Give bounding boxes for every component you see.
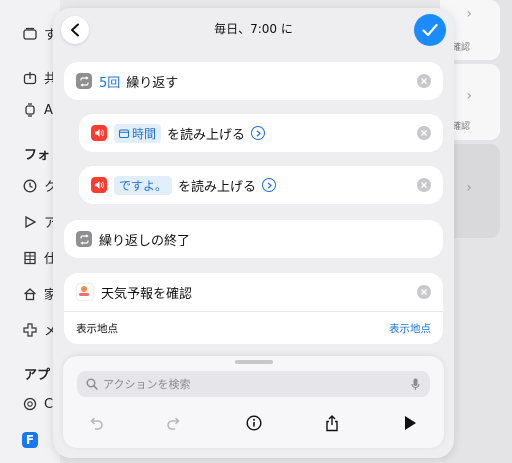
- chevron-right-icon: ›: [466, 6, 472, 22]
- sidebar-item[interactable]: C: [22, 396, 53, 412]
- sidebar-item[interactable]: F: [22, 432, 38, 448]
- sidebar-item-label: A: [44, 102, 53, 118]
- weather-location-row[interactable]: 表示地点 表示地点: [64, 312, 443, 344]
- home-icon: [22, 286, 38, 302]
- search-placeholder: アクションを検索: [103, 378, 191, 391]
- weather-action-header: 天気予報を確認: [64, 273, 443, 312]
- sheet-title: 毎日、7:00 に: [214, 22, 293, 36]
- info-icon: [246, 415, 262, 431]
- repeat-count-token[interactable]: 5回: [99, 72, 120, 91]
- share-icon: [326, 414, 338, 431]
- tray-icon: [22, 26, 38, 42]
- grid-icon: [22, 250, 38, 266]
- weather-location-value[interactable]: 表示地点: [389, 321, 431, 336]
- expand-chevron-icon[interactable]: [262, 178, 277, 192]
- end-repeat-label: 繰り返しの終了: [99, 233, 191, 249]
- sidebar-item[interactable]: A: [22, 102, 53, 118]
- speaker-icon: [91, 125, 107, 141]
- variable-token-label: 時間: [132, 126, 157, 141]
- share-square-icon: [22, 70, 38, 86]
- expand-chevron-icon[interactable]: [251, 126, 266, 140]
- share-button[interactable]: [321, 412, 343, 434]
- calendar-icon: [119, 129, 129, 138]
- checkmark-icon: [422, 23, 438, 37]
- redo-icon: [167, 417, 180, 430]
- sheet-header: 毎日、7:00 に: [53, 8, 454, 52]
- run-button[interactable]: [399, 412, 421, 434]
- sidebar-item[interactable]: 共: [22, 68, 57, 87]
- sidebar-item[interactable]: 家: [22, 284, 57, 303]
- chevron-right-icon: ›: [466, 88, 472, 104]
- search-icon: [86, 378, 98, 390]
- repeat-icon: [76, 231, 92, 247]
- sidebar-item[interactable]: ク: [22, 176, 57, 195]
- repeat-action[interactable]: 5回 繰り返す: [64, 62, 443, 100]
- info-button[interactable]: [243, 412, 265, 434]
- undo-button[interactable]: [85, 412, 107, 434]
- speaker-icon: [91, 177, 107, 193]
- chatgpt-icon: [22, 396, 38, 412]
- remove-action-icon[interactable]: [417, 285, 431, 299]
- sidebar-item[interactable]: ア: [22, 212, 57, 231]
- repeat-icon: [76, 73, 92, 89]
- background-card-text: 確認: [452, 43, 471, 53]
- editor-toolbar: [63, 408, 444, 438]
- chevron-right-icon: ›: [466, 180, 472, 196]
- facebook-icon: F: [22, 432, 38, 448]
- action-search-panel: アクションを検索: [63, 356, 444, 448]
- remove-action-icon[interactable]: [417, 126, 431, 140]
- search-input[interactable]: アクションを検索: [77, 371, 430, 397]
- undo-icon: [90, 417, 103, 430]
- speak-text-action[interactable]: ですよ。 を読み上げる: [79, 166, 443, 204]
- shortcut-editor-sheet: 毎日、7:00 に 5回 繰り返す 時間 を読み上げる ですよ。 を読み上げる …: [53, 8, 454, 458]
- sidebar-item[interactable]: メ: [22, 320, 57, 339]
- background-card-text: 確認: [452, 122, 471, 132]
- play-outline-icon: [22, 214, 38, 230]
- microphone-icon[interactable]: [411, 378, 420, 391]
- redo-button[interactable]: [163, 412, 185, 434]
- weather-app-icon: [76, 283, 94, 301]
- weather-location-label: 表示地点: [76, 322, 118, 335]
- done-button[interactable]: [414, 14, 446, 46]
- sidebar-item[interactable]: す: [22, 24, 57, 43]
- end-repeat-action[interactable]: 繰り返しの終了: [64, 220, 443, 258]
- sidebar-section-heading: フォ: [24, 148, 51, 163]
- plus-icon: [22, 322, 38, 338]
- speak-text-action[interactable]: 時間 を読み上げる: [79, 114, 443, 152]
- watch-icon: [22, 102, 38, 118]
- sidebar-item-label: C: [44, 396, 54, 412]
- remove-action-icon[interactable]: [417, 178, 431, 192]
- weather-label: 天気予報を確認: [101, 286, 193, 302]
- sidebar-section-heading: アプ: [24, 368, 51, 383]
- panel-grabber[interactable]: [235, 360, 273, 364]
- clock-icon: [22, 178, 38, 194]
- background-sidebar: す 共 A フォ ク ア 仕 家 メ アプ C F: [0, 0, 60, 463]
- text-token-label: ですよ。: [119, 178, 168, 193]
- variable-token[interactable]: 時間: [114, 123, 162, 143]
- play-icon: [405, 416, 416, 430]
- text-token[interactable]: ですよ。: [114, 175, 173, 195]
- speak-label: を読み上げる: [167, 127, 246, 143]
- weather-action[interactable]: 天気予報を確認 表示地点 表示地点: [64, 273, 443, 344]
- speak-label: を読み上げる: [178, 179, 257, 195]
- sidebar-item[interactable]: 仕: [22, 248, 57, 267]
- repeat-label: 繰り返す: [126, 75, 179, 91]
- remove-action-icon[interactable]: [417, 74, 431, 88]
